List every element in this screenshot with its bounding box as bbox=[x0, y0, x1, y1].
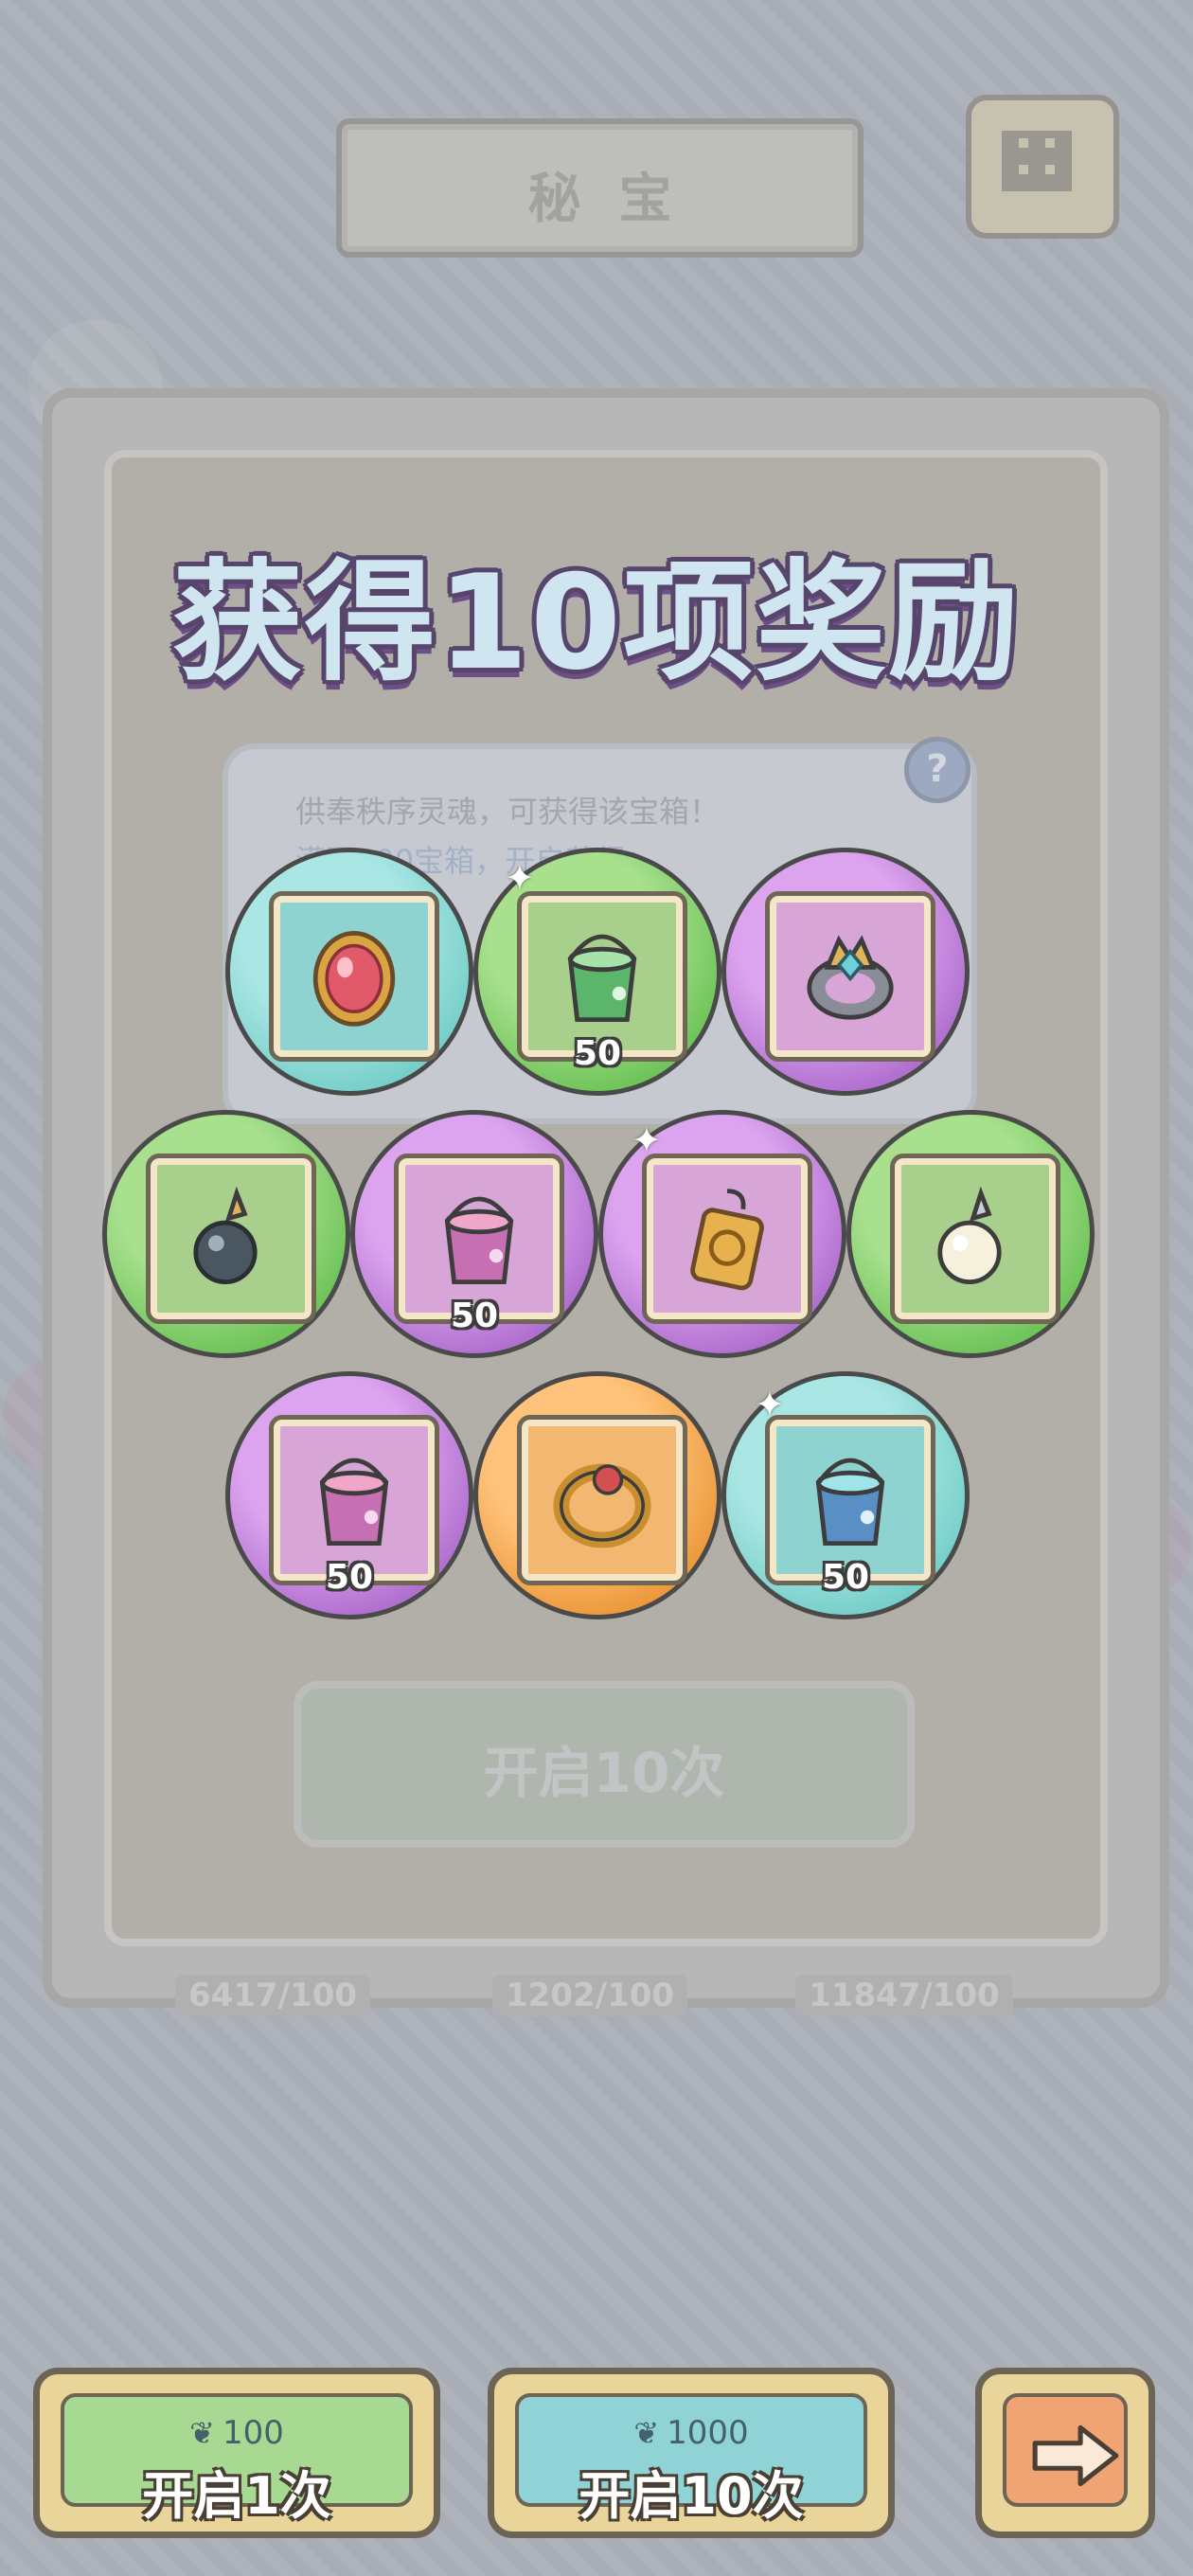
reward-qty: 50 bbox=[450, 1297, 499, 1335]
reward-item[interactable]: 50 bbox=[225, 1371, 473, 1619]
reward-headline: 获得10项奖励 bbox=[171, 546, 1022, 699]
reward-item[interactable]: 50 bbox=[350, 1110, 598, 1358]
reward-tile bbox=[890, 1154, 1060, 1324]
ruby-pendant-icon bbox=[312, 931, 396, 1027]
reward-item[interactable] bbox=[102, 1110, 350, 1358]
reward-qty: 50 bbox=[821, 1558, 870, 1597]
open-10-cost: ❦ 1000 bbox=[519, 2414, 864, 2452]
reward-qty: 50 bbox=[325, 1558, 374, 1597]
reward-tile bbox=[517, 1415, 687, 1585]
arrow-right-icon bbox=[1032, 2424, 1119, 2487]
gold-ruby-ring-icon bbox=[553, 1463, 651, 1548]
reward-tile bbox=[146, 1154, 316, 1324]
white-pearl-earring-icon bbox=[937, 1186, 1002, 1284]
open-10-label: 开启10次 bbox=[579, 2466, 804, 2526]
reward-item[interactable]: ✦ bbox=[598, 1110, 846, 1358]
open-1-cost: ❦ 100 bbox=[64, 2414, 409, 2452]
open-1-label: 开启1次 bbox=[142, 2466, 331, 2526]
open-1-button[interactable]: ❦ 100 开启1次 bbox=[33, 2368, 440, 2538]
next-button-face bbox=[1003, 2393, 1128, 2507]
sparkle-icon: ✦ bbox=[632, 1119, 662, 1161]
reward-tile bbox=[765, 891, 935, 1062]
reward-item[interactable]: 50 ✦ bbox=[721, 1371, 970, 1619]
pink-paint-bucket-icon bbox=[444, 1196, 514, 1284]
blue-paint-bucket-icon bbox=[815, 1458, 885, 1546]
soul-currency-icon: ❦ bbox=[189, 2415, 215, 2451]
next-button[interactable] bbox=[975, 2368, 1155, 2538]
open-1-button-face: ❦ 100 开启1次 bbox=[61, 2393, 413, 2526]
reward-tile bbox=[642, 1154, 812, 1324]
black-pearl-earring-icon bbox=[193, 1186, 258, 1284]
gold-amulet-icon bbox=[690, 1189, 764, 1291]
reward-item[interactable] bbox=[846, 1110, 1095, 1358]
green-paint-bucket-icon bbox=[567, 934, 637, 1022]
open-1-cost-value: 100 bbox=[222, 2414, 284, 2452]
jeweled-crown-ring-icon bbox=[807, 935, 894, 1020]
reward-tile bbox=[269, 891, 439, 1062]
soul-currency-icon: ❦ bbox=[633, 2415, 660, 2451]
open-10-cost-value: 1000 bbox=[667, 2414, 749, 2452]
pink-paint-bucket-icon bbox=[319, 1458, 389, 1546]
open-10-button-face: ❦ 1000 开启10次 bbox=[515, 2393, 867, 2526]
reward-item[interactable] bbox=[473, 1371, 721, 1619]
sparkle-icon: ✦ bbox=[755, 1384, 785, 1425]
reward-qty: 50 bbox=[573, 1034, 622, 1073]
sparkle-icon: ✦ bbox=[505, 857, 535, 899]
reward-item[interactable] bbox=[721, 848, 970, 1096]
open-10-button[interactable]: ❦ 1000 开启10次 bbox=[488, 2368, 895, 2538]
reward-item[interactable]: 50 ✦ bbox=[473, 848, 721, 1096]
reward-item[interactable] bbox=[225, 848, 473, 1096]
